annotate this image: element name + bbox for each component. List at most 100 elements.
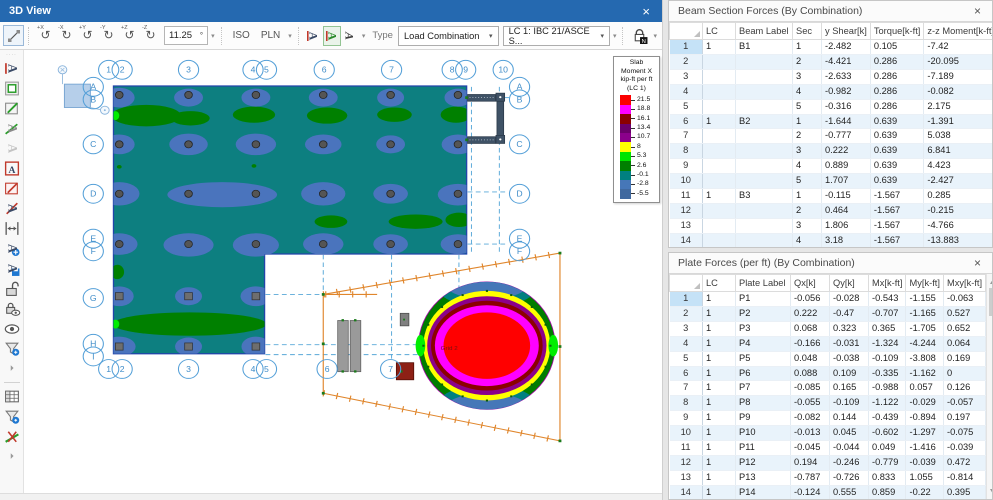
cell[interactable]: -1.297 [906, 426, 943, 441]
cell[interactable]: P4 [736, 336, 791, 351]
cell[interactable]: 0.144 [830, 411, 869, 426]
cell[interactable]: 0.889 [822, 159, 871, 174]
cell[interactable]: 0 [943, 366, 985, 381]
cell[interactable]: -20.095 [924, 54, 993, 69]
cell[interactable]: -1.122 [869, 396, 906, 411]
row-number[interactable]: 7 [670, 381, 703, 396]
column-node[interactable] [319, 190, 327, 197]
column-node[interactable] [454, 91, 462, 98]
cell[interactable] [703, 203, 736, 218]
grid-bubble[interactable]: G [83, 289, 103, 308]
row-number[interactable]: 6 [670, 114, 703, 129]
canvas-bottom-scroll-strip[interactable] [0, 493, 662, 500]
plate-table-scrollbar[interactable] [986, 274, 993, 499]
column-node[interactable] [387, 91, 395, 98]
cell[interactable]: 0.365 [869, 321, 906, 336]
load-combination-select[interactable]: LC 1: IBC 21/ASCE S... ▾ [503, 26, 610, 46]
wall-panels-icon[interactable]: A [3, 160, 21, 177]
cell[interactable]: 0.197 [943, 411, 985, 426]
cell[interactable]: -1.155 [906, 292, 943, 307]
cell[interactable] [703, 144, 736, 159]
cell[interactable] [736, 174, 793, 189]
cell[interactable]: -0.057 [943, 396, 985, 411]
column-node[interactable] [185, 141, 193, 148]
row-number[interactable]: 1 [670, 40, 703, 55]
grid-bubble[interactable]: 7 [381, 60, 401, 79]
grid-bubble[interactable]: 10 [493, 60, 513, 79]
close-icon[interactable]: × [639, 4, 653, 19]
column-node[interactable] [319, 91, 327, 98]
cell[interactable] [736, 144, 793, 159]
cell[interactable]: -0.029 [906, 396, 943, 411]
grid-bubble[interactable]: E [83, 229, 103, 248]
column-node[interactable] [387, 190, 395, 197]
row-number[interactable]: 14 [670, 485, 703, 500]
cell[interactable]: 0.165 [830, 381, 869, 396]
row-number[interactable]: 4 [670, 84, 703, 99]
filter-results-icon[interactable] [3, 408, 21, 425]
angle-dropdown-icon[interactable]: ▾ [209, 32, 217, 40]
cell[interactable]: -0.038 [830, 351, 869, 366]
view-dropdown-icon[interactable]: ▾ [286, 32, 294, 40]
cell[interactable]: -0.045 [791, 441, 830, 456]
column-node[interactable] [252, 240, 260, 247]
cell[interactable]: 1.055 [906, 470, 943, 485]
column-header[interactable]: Sec [793, 23, 822, 40]
cell[interactable]: -0.602 [869, 426, 906, 441]
cell[interactable]: 0.222 [822, 144, 871, 159]
cell[interactable]: -2.427 [924, 174, 993, 189]
grid-bubble[interactable]: 6 [317, 360, 337, 379]
row-number[interactable]: 13 [670, 218, 703, 233]
cell[interactable] [736, 233, 793, 248]
cell[interactable]: -0.115 [822, 189, 871, 204]
cell[interactable] [736, 84, 793, 99]
row-number[interactable]: 13 [670, 470, 703, 485]
rotate-plusminus-y-button[interactable]: ↺+Y [77, 25, 98, 46]
iso-view-button[interactable]: ISO [228, 30, 255, 41]
cell[interactable] [703, 84, 736, 99]
cell[interactable]: 0.395 [943, 485, 985, 500]
cell[interactable]: -0.063 [943, 292, 985, 307]
cell[interactable]: 0.286 [870, 99, 924, 114]
cell[interactable]: 5.038 [924, 129, 993, 144]
cell[interactable] [736, 99, 793, 114]
cell[interactable]: 0.527 [943, 306, 985, 321]
dimension-icon[interactable] [3, 220, 21, 237]
cell[interactable]: 4 [793, 159, 822, 174]
column-node[interactable] [387, 240, 395, 247]
cell[interactable]: B3 [736, 189, 793, 204]
cell[interactable]: -0.982 [822, 84, 871, 99]
column-node-square[interactable] [185, 343, 193, 350]
column-header[interactable]: Qx[k] [791, 275, 830, 292]
rotation-angle-input[interactable]: 11.25 ° [164, 26, 208, 45]
rotate-plusminus-x-button[interactable]: ↺+X [35, 25, 56, 46]
cell[interactable]: -1.416 [906, 441, 943, 456]
cell[interactable]: B1 [736, 40, 793, 55]
cell[interactable]: P10 [736, 426, 791, 441]
column-node[interactable] [454, 190, 462, 197]
grid-bubble[interactable]: F [83, 242, 103, 261]
cell[interactable]: -4.244 [906, 336, 943, 351]
cell[interactable]: -1.567 [870, 189, 924, 204]
column-header[interactable]: LC [703, 275, 736, 292]
cell[interactable]: -0.039 [906, 455, 943, 470]
cell[interactable]: -0.707 [869, 306, 906, 321]
combination-type-select[interactable]: Load Combination ▾ [398, 26, 499, 46]
cell[interactable]: 3 [793, 144, 822, 159]
grid-bubble[interactable]: H [83, 334, 103, 353]
grid-bubble[interactable]: B [509, 90, 529, 109]
cell[interactable]: 0.068 [791, 321, 830, 336]
column-node-square[interactable] [115, 343, 123, 350]
cell[interactable]: -0.726 [830, 470, 869, 485]
cell[interactable]: 0.194 [791, 455, 830, 470]
cell[interactable]: 1 [793, 189, 822, 204]
column-node-square[interactable] [115, 293, 123, 300]
select-tool-button[interactable] [3, 25, 24, 46]
cell[interactable]: -0.47 [830, 306, 869, 321]
cell[interactable]: -4.421 [822, 54, 871, 69]
cell[interactable]: 1 [703, 336, 736, 351]
cell[interactable]: -0.124 [791, 485, 830, 500]
cell[interactable]: P14 [736, 485, 791, 500]
unlock-icon[interactable] [3, 280, 21, 297]
grid-bubble[interactable]: F [509, 242, 529, 261]
